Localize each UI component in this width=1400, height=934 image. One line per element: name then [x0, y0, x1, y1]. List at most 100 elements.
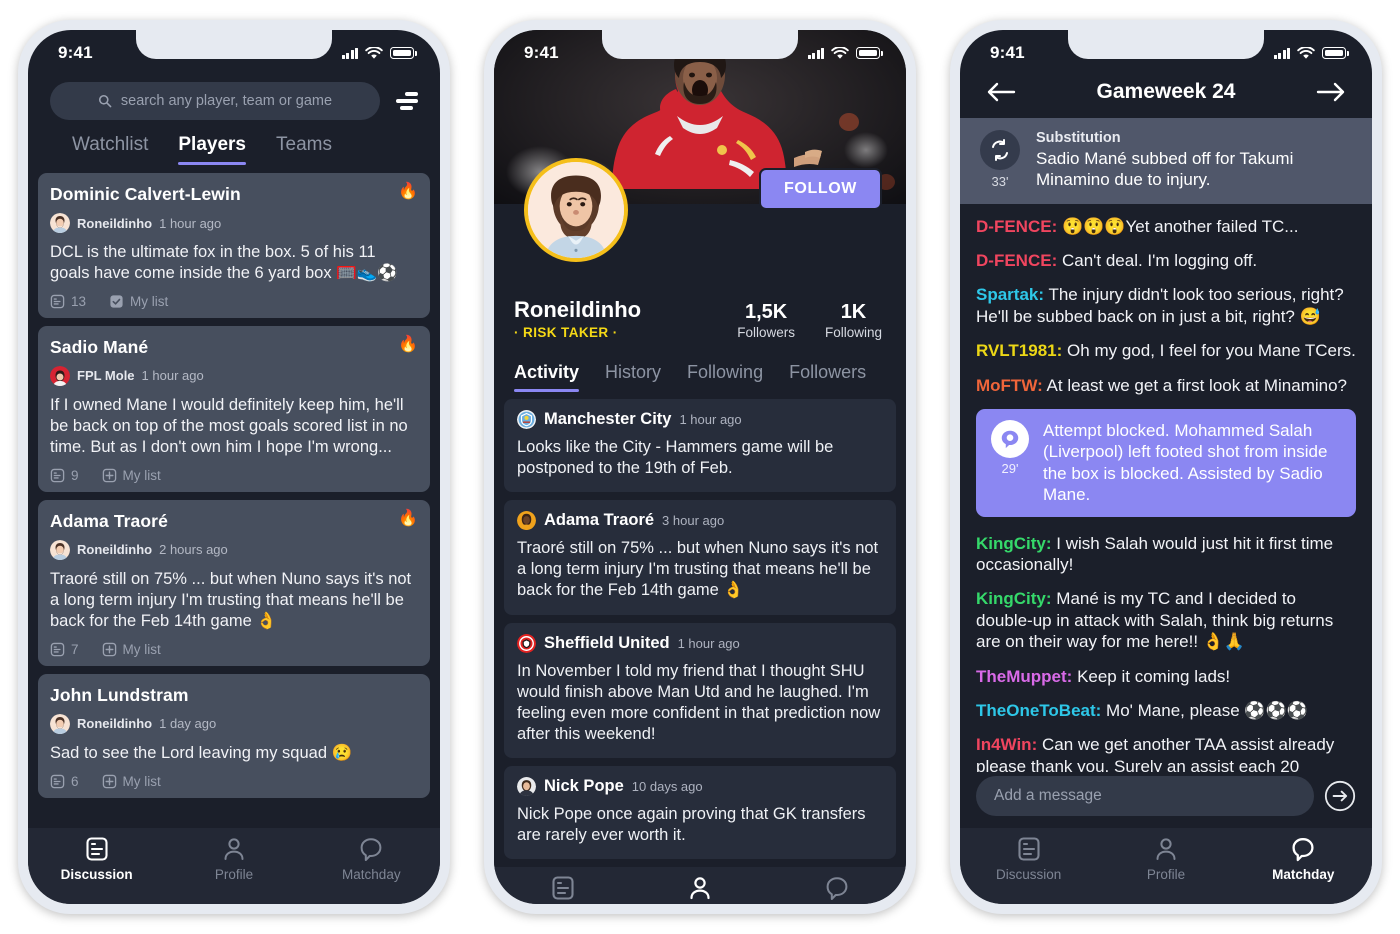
activity-author[interactable]: Manchester City: [544, 410, 671, 429]
list-item[interactable]: Adama Traoré 3 hour ago Traoré still on …: [504, 500, 896, 615]
chat-username[interactable]: TheOneToBeat: [976, 701, 1096, 720]
my-list-toggle[interactable]: My list: [102, 774, 161, 789]
comment-count-group[interactable]: 13: [50, 294, 86, 309]
post-author[interactable]: Roneildinho: [77, 542, 152, 557]
send-arrow-icon[interactable]: [1324, 780, 1356, 812]
cellular-signal-icon: [341, 47, 358, 59]
chat-username[interactable]: KingCity: [976, 589, 1046, 608]
my-list-label: My list: [122, 641, 161, 657]
profile-icon: [221, 836, 247, 862]
tab-discussion[interactable]: Discussion: [973, 836, 1085, 882]
my-list-toggle[interactable]: My list: [102, 468, 161, 483]
tab-history[interactable]: History: [605, 362, 661, 392]
tab-following[interactable]: Following: [687, 362, 763, 392]
player-post-list[interactable]: Dominic Calvert-Lewin 🔥 Roneildinho 1 ho…: [28, 165, 440, 828]
tab-discussion[interactable]: Discussion: [41, 836, 153, 882]
event-text: Sadio Mané subbed off for Takumi Minamin…: [1036, 149, 1294, 190]
match-chat[interactable]: D-FENCE: 😲😲😲Yet another failed TC... D-F…: [960, 204, 1372, 772]
search-input[interactable]: search any player, team or game: [50, 82, 380, 120]
followers-stat[interactable]: 1,5K Followers: [737, 301, 795, 340]
my-list-toggle[interactable]: My list: [109, 294, 168, 309]
following-stat[interactable]: 1K Following: [825, 301, 882, 340]
tab-profile[interactable]: Profile: [644, 875, 756, 904]
list-item[interactable]: Sadio Mané 🔥 FPL Mole 1 hour ago If I ow…: [38, 325, 430, 492]
activity-author[interactable]: Adama Traoré: [544, 511, 654, 530]
arrow-left-icon[interactable]: [986, 81, 1016, 103]
list-item[interactable]: Sheffield United 1 hour ago In November …: [504, 622, 896, 758]
post-player-name: Sadio Mané: [50, 336, 149, 357]
chat-username[interactable]: MoFTW: [976, 376, 1037, 395]
tab-players[interactable]: Players: [178, 134, 246, 165]
my-list-toggle[interactable]: My list: [102, 642, 161, 657]
tab-matchday[interactable]: Matchday: [781, 875, 893, 904]
cellular-signal-icon: [807, 47, 824, 59]
chat-username[interactable]: Spartak: [976, 285, 1038, 304]
matchday-icon: [1290, 836, 1316, 862]
substitution-banner: 33' Substitution Sadio Mané subbed off f…: [960, 118, 1372, 204]
list-item[interactable]: Manchester City 1 hour ago Looks like th…: [504, 399, 896, 493]
activity-author[interactable]: Sheffield United: [544, 634, 670, 653]
chat-message: MoFTW: At least we get a first look at M…: [976, 375, 1348, 395]
message-composer: Add a message: [960, 772, 1372, 828]
profile-name: Roneildinho: [514, 297, 642, 322]
list-item[interactable]: Nick Pope 10 days ago Nick Pope once aga…: [504, 765, 896, 860]
tab-activity[interactable]: Activity: [514, 362, 580, 392]
chat-username[interactable]: RVLT1981: [976, 341, 1057, 360]
chat-message: KingCity: Mané is my TC and I decided to…: [976, 589, 1334, 652]
comment-count: 9: [71, 467, 79, 483]
comment-count-group[interactable]: 6: [50, 774, 79, 789]
event-text: Attempt blocked. Mohammed Salah (Liverpo…: [1043, 420, 1328, 505]
nick-pope-avatar: [517, 776, 536, 796]
activity-feed[interactable]: Manchester City 1 hour ago Looks like th…: [494, 392, 906, 868]
comment-count: 6: [71, 773, 79, 789]
tab-teams[interactable]: Teams: [276, 134, 332, 165]
post-author[interactable]: Roneildinho: [77, 216, 152, 231]
list-item[interactable]: Dominic Calvert-Lewin 🔥 Roneildinho 1 ho…: [38, 173, 430, 318]
sheffield-united-crest-icon: [517, 633, 536, 653]
activity-time: 10 days ago: [631, 778, 703, 794]
tab-label: Discussion: [996, 867, 1062, 882]
post-body: Traoré still on 75% ... but when Nuno sa…: [50, 569, 412, 630]
post-time: 1 hour ago: [141, 368, 204, 384]
post-author[interactable]: FPL Mole: [77, 368, 135, 383]
chat-username[interactable]: D-FENCE: [976, 251, 1052, 270]
tab-profile[interactable]: Profile: [1110, 836, 1222, 882]
chat-username[interactable]: In4Win: [976, 735, 1032, 754]
notch: [136, 30, 332, 59]
wifi-icon: [831, 46, 849, 59]
list-item[interactable]: John Lundstram Roneildinho 1 day ago Sad…: [38, 673, 430, 798]
arrow-right-icon[interactable]: [1316, 81, 1346, 103]
bottom-tab-bar: Discussion Profile Matchday: [494, 867, 906, 904]
tab-matchday[interactable]: Matchday: [1247, 836, 1359, 882]
tab-matchday[interactable]: Matchday: [315, 836, 427, 882]
tab-profile[interactable]: Profile: [178, 836, 290, 882]
comment-count-group[interactable]: 9: [50, 468, 79, 483]
status-time: 9:41: [524, 43, 559, 62]
post-author[interactable]: Roneildinho: [77, 716, 152, 731]
three-phone-mockup: 9:41 search any player, team or game Wat…: [0, 0, 1400, 934]
discussion-icon: [550, 875, 576, 901]
gameweek-header: Gameweek 24: [960, 76, 1372, 118]
notch: [1068, 30, 1264, 59]
activity-body: Nick Pope once again proving that GK tra…: [517, 804, 866, 845]
list-item[interactable]: Adama Traoré 🔥 Roneildinho 2 hours ago T…: [38, 499, 430, 666]
tab-discussion[interactable]: Discussion: [507, 875, 619, 904]
search-placeholder: search any player, team or game: [120, 93, 333, 109]
event-minute: 29': [1001, 460, 1019, 476]
chat-username[interactable]: TheMuppet: [976, 667, 1067, 686]
avatar[interactable]: [524, 158, 628, 262]
fire-icon: 🔥: [398, 335, 418, 353]
tab-watchlist[interactable]: Watchlist: [72, 134, 148, 165]
tab-followers[interactable]: Followers: [789, 362, 866, 392]
comment-count-group[interactable]: 7: [50, 642, 79, 657]
chat-username[interactable]: D-FENCE: [976, 217, 1052, 236]
notch: [602, 30, 798, 59]
chat-username[interactable]: KingCity: [976, 534, 1046, 553]
activity-author[interactable]: Nick Pope: [544, 777, 624, 796]
follow-button[interactable]: FOLLOW: [759, 168, 882, 210]
event-minute: 33': [991, 174, 1009, 189]
message-input[interactable]: Add a message: [976, 776, 1314, 816]
filter-icon[interactable]: [394, 91, 418, 111]
checkbox-checked-icon: [110, 295, 123, 308]
activity-time: 3 hour ago: [662, 513, 725, 529]
